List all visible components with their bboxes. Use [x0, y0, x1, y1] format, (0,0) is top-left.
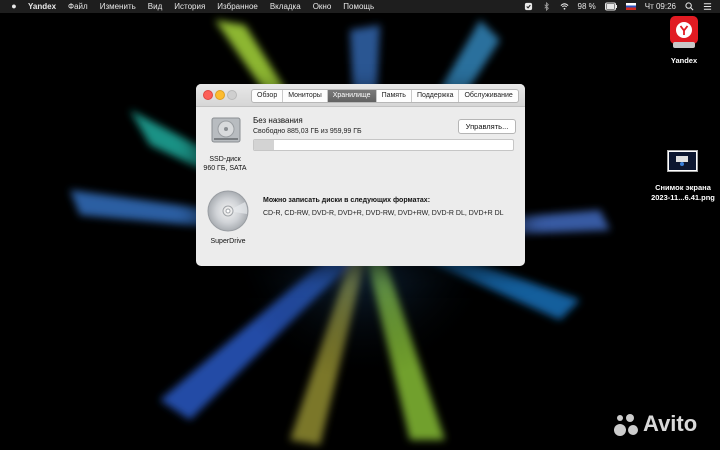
battery-percent[interactable]: 98 % [578, 0, 596, 13]
menu-tab[interactable]: Вкладка [270, 0, 301, 13]
drive-capacity: 960 ГБ, SATA [203, 165, 247, 172]
formats-heading: Можно записать диски в следующих формата… [263, 197, 431, 204]
shield-check-icon[interactable] [524, 2, 533, 11]
apple-menu-icon[interactable]: ● [9, 0, 19, 13]
hard-drive-icon [211, 117, 241, 143]
menu-file[interactable]: Файл [68, 0, 88, 13]
screenshot-desktop-label[interactable]: Снимок экрана 2023-11...6.41.png [641, 183, 720, 203]
menu-view[interactable]: Вид [148, 0, 162, 13]
close-button[interactable] [203, 90, 213, 100]
about-this-mac-window: Обзор Мониторы Хранилище Память Поддержк… [196, 84, 525, 266]
menu-help[interactable]: Помощь [343, 0, 374, 13]
menu-edit[interactable]: Изменить [100, 0, 136, 13]
menu-clock[interactable]: Чт 09:26 [645, 0, 676, 13]
drive-type: SSD-диск [209, 156, 241, 163]
yandex-desktop-label[interactable]: Yandex [656, 56, 712, 65]
avito-watermark: Avito [612, 410, 697, 438]
minimize-button[interactable] [215, 90, 225, 100]
optical-drive-label: SuperDrive [210, 238, 246, 245]
spotlight-search-icon[interactable] [685, 2, 694, 11]
tab-service[interactable]: Обслуживание [459, 90, 517, 102]
tab-memory[interactable]: Память [377, 90, 412, 102]
tab-support[interactable]: Поддержка [412, 90, 460, 102]
yandex-browser-icon[interactable] [670, 16, 698, 50]
status-area: 98 % Чт 09:26 [524, 0, 712, 13]
wifi-icon[interactable] [560, 2, 569, 11]
menu-history[interactable]: История [174, 0, 205, 13]
menu-bookmarks[interactable]: Избранное [217, 0, 258, 13]
bluetooth-icon[interactable] [542, 2, 551, 11]
disk-free-space: Свободно 885,03 ГБ из 959,99 ГБ [253, 128, 362, 135]
notification-center-icon[interactable] [703, 2, 712, 11]
menu-bar: ● Yandex Файл Изменить Вид История Избра… [0, 0, 720, 13]
avito-logo-icon [612, 410, 640, 438]
zoom-button[interactable] [227, 90, 237, 100]
window-titlebar[interactable]: Обзор Мониторы Хранилище Память Поддержк… [196, 84, 525, 107]
storage-usage-bar [253, 139, 514, 151]
battery-icon[interactable] [604, 2, 617, 11]
menu-window[interactable]: Окно [313, 0, 332, 13]
screenshot-label-line2: 2023-11...6.41.png [651, 193, 715, 202]
tab-bar: Обзор Мониторы Хранилище Память Поддержк… [251, 89, 519, 103]
menu-app-name[interactable]: Yandex [28, 0, 56, 13]
screenshot-label-line1: Снимок экрана [655, 183, 711, 192]
tab-overview[interactable]: Обзор [252, 90, 284, 102]
storage-used-segment [254, 140, 275, 150]
input-source-flag-icon[interactable] [625, 3, 636, 10]
optical-disc-icon [207, 190, 249, 232]
tab-displays[interactable]: Мониторы [283, 90, 328, 102]
screenshot-file-icon[interactable] [667, 150, 698, 172]
drive-label: SSD-диск 960 ГБ, SATA [201, 155, 249, 173]
formats-list: CD-R, CD-RW, DVD-R, DVD+R, DVD-RW, DVD+R… [263, 210, 504, 217]
manage-button[interactable]: Управлять... [458, 119, 516, 134]
tab-storage[interactable]: Хранилище [327, 90, 377, 102]
disk-name: Без названия [253, 116, 303, 125]
avito-wordmark: Avito [643, 411, 698, 436]
desktop: ● Yandex Файл Изменить Вид История Избра… [0, 0, 720, 450]
